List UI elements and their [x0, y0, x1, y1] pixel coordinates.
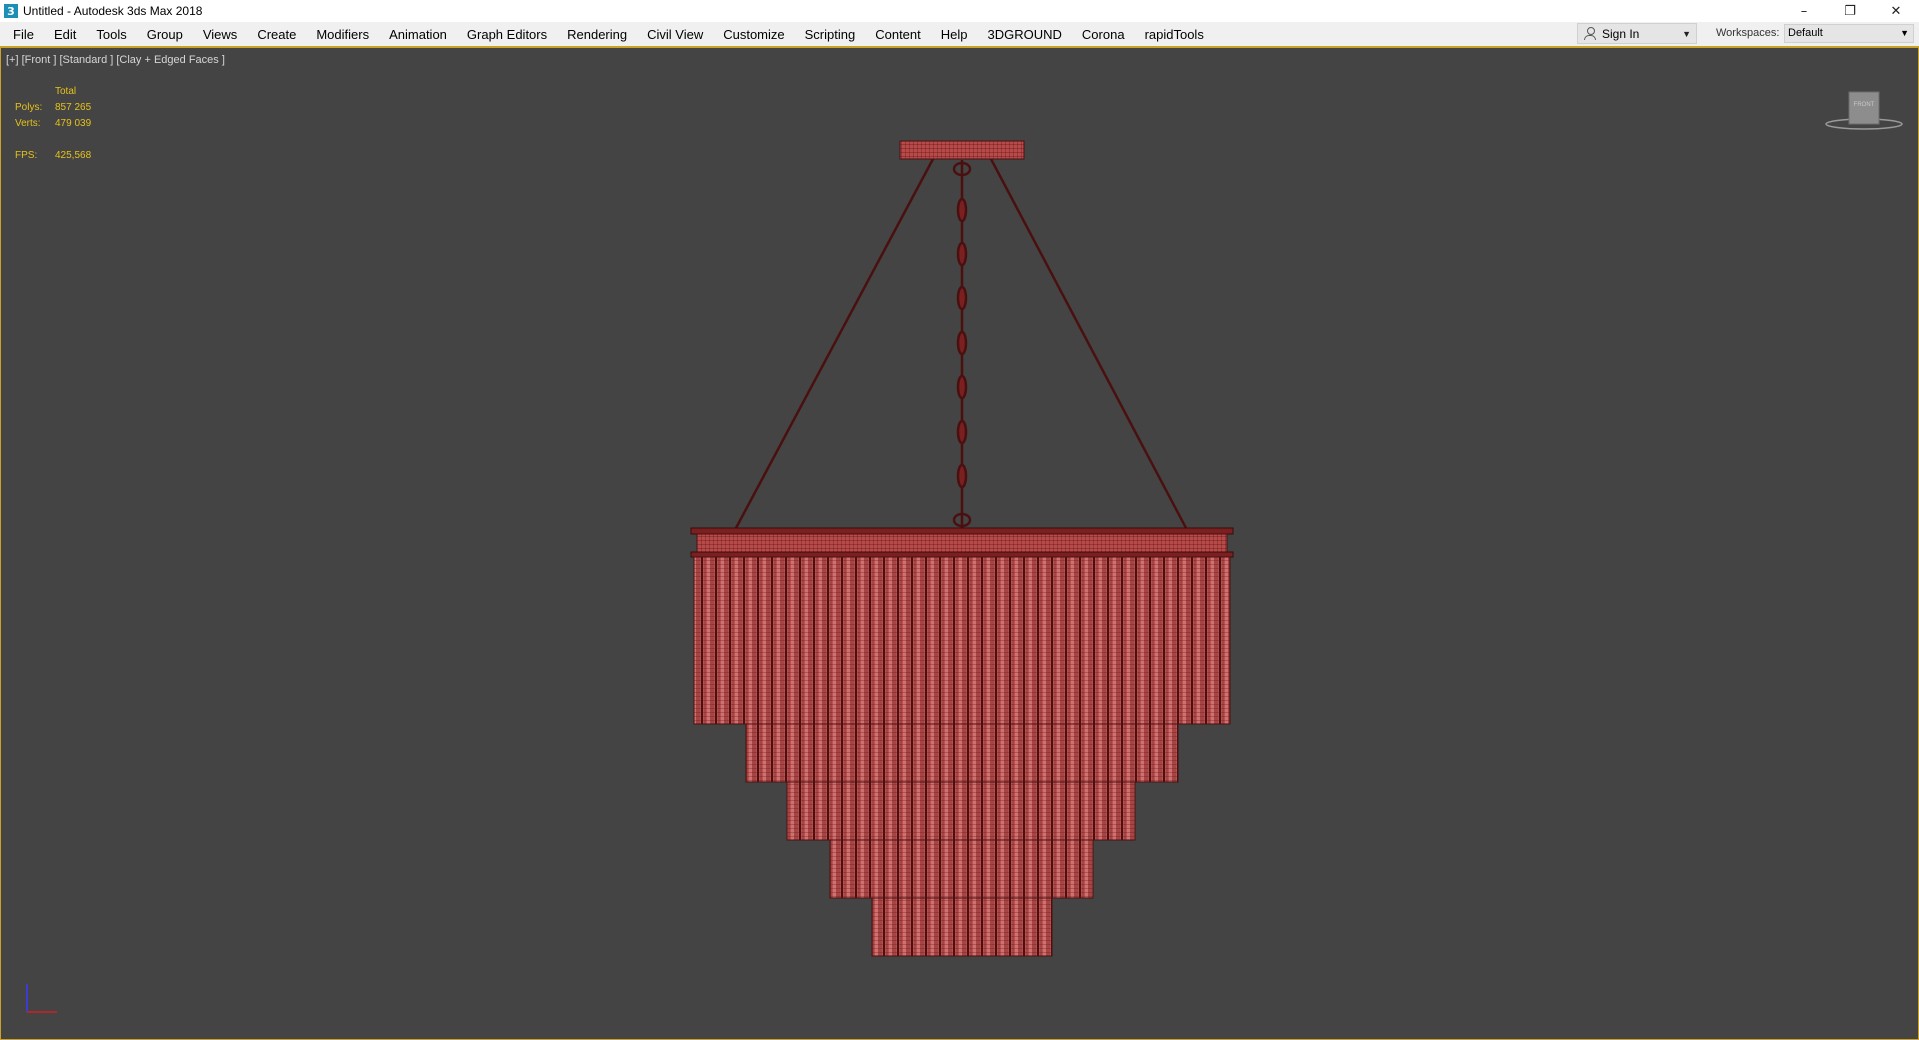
restore-button[interactable]: ❐ [1827, 0, 1873, 22]
minimize-button[interactable]: – [1781, 0, 1827, 22]
menu-graph-editors[interactable]: Graph Editors [457, 27, 557, 42]
menu-scripting[interactable]: Scripting [795, 27, 866, 42]
suspension-rod-right [989, 158, 1188, 529]
front-viewport[interactable]: [+] [Front ] [Standard ] [Clay + Edged F… [0, 47, 1919, 1040]
menu-bar: File Edit Tools Group Views Create Modif… [0, 22, 1919, 47]
menu-3dground[interactable]: 3DGROUND [978, 27, 1072, 42]
sign-in-label: Sign In [1602, 26, 1640, 41]
crystal-tier-3 [786, 781, 1136, 841]
ceiling-canopy [899, 140, 1025, 160]
menu-animation[interactable]: Animation [379, 27, 457, 42]
menu-customize[interactable]: Customize [713, 27, 794, 42]
menu-rapidtools[interactable]: rapidTools [1135, 27, 1214, 42]
menu-edit[interactable]: Edit [44, 27, 86, 42]
chevron-down-icon: ▼ [1900, 28, 1909, 38]
title-bar: 3 Untitled - Autodesk 3ds Max 2018 – ❐ ✕ [0, 0, 1919, 22]
chandelier-model[interactable] [1, 48, 1918, 1039]
menu-civil-view[interactable]: Civil View [637, 27, 713, 42]
workspaces-value: Default [1788, 27, 1823, 39]
menu-views[interactable]: Views [193, 27, 247, 42]
window-title: Untitled - Autodesk 3ds Max 2018 [23, 4, 203, 18]
workspaces-select[interactable]: Default ▼ [1784, 24, 1914, 43]
window-controls: – ❐ ✕ [1781, 0, 1919, 22]
user-icon [1584, 27, 1596, 40]
chain [952, 160, 972, 528]
top-ring [690, 527, 1234, 535]
workspaces-label: Workspaces: [1716, 27, 1780, 39]
chevron-down-icon[interactable]: ▼ [1682, 29, 1691, 39]
crystal-tier-4 [829, 839, 1094, 899]
menu-corona[interactable]: Corona [1072, 27, 1135, 42]
menu-rendering[interactable]: Rendering [557, 27, 637, 42]
app-icon[interactable]: 3 [4, 4, 18, 18]
suspension-rod-left [734, 158, 935, 529]
menu-help[interactable]: Help [931, 27, 978, 42]
close-button[interactable]: ✕ [1873, 0, 1919, 22]
menu-group[interactable]: Group [137, 27, 193, 42]
menu-tools[interactable]: Tools [86, 27, 136, 42]
crystal-tier-5 [871, 897, 1053, 957]
menu-content[interactable]: Content [865, 27, 931, 42]
top-ring-band [696, 533, 1228, 555]
top-ring-lip [690, 551, 1234, 558]
menu-create[interactable]: Create [247, 27, 306, 42]
menu-file[interactable]: File [0, 27, 44, 42]
axis-tripod-icon [26, 984, 57, 1013]
crystal-tier-2 [745, 723, 1179, 783]
crystal-tier-1 [693, 556, 1231, 725]
menu-modifiers[interactable]: Modifiers [306, 27, 379, 42]
sign-in-button[interactable]: Sign In ▼ [1577, 23, 1697, 44]
